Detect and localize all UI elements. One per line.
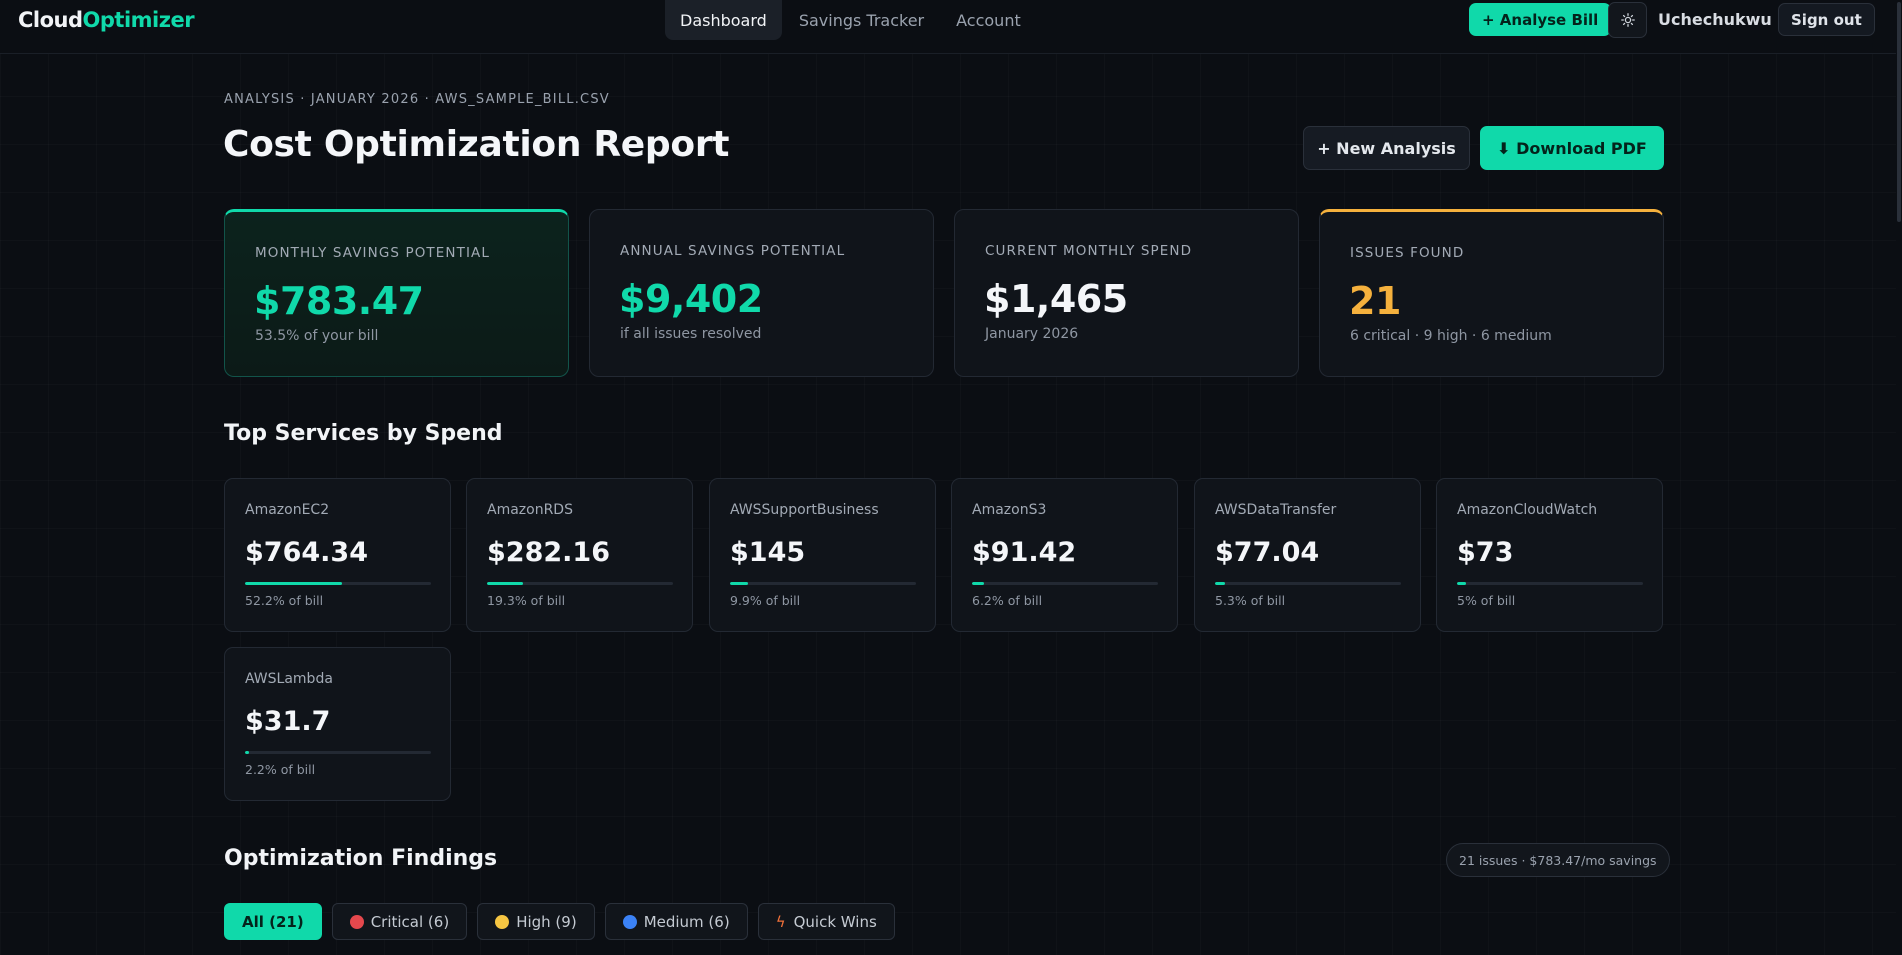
service-percent: 5% of bill bbox=[1457, 593, 1516, 608]
findings-summary-pill: 21 issues · $783.47/mo savings bbox=[1446, 843, 1670, 877]
kpi-label: CURRENT MONTHLY SPEND bbox=[985, 243, 1193, 259]
service-percent: 19.3% of bill bbox=[487, 593, 566, 608]
nav-tab-savings-tracker[interactable]: Savings Tracker bbox=[784, 0, 939, 40]
service-share-fill bbox=[1457, 582, 1467, 585]
service-name: AmazonS3 bbox=[972, 502, 1047, 518]
nav-tabs: Dashboard Savings Tracker Account bbox=[665, 0, 1038, 40]
service-amount: $282.16 bbox=[487, 537, 610, 568]
service-card-rds[interactable]: AmazonRDS $282.16 19.3% of bill bbox=[466, 478, 693, 632]
service-share-bar bbox=[245, 751, 431, 754]
filter-label: All (21) bbox=[242, 912, 304, 931]
kpi-value: $9,402 bbox=[619, 277, 763, 321]
service-name: AmazonRDS bbox=[487, 502, 573, 518]
page-scrollbar-thumb[interactable] bbox=[1897, 2, 1901, 222]
critical-dot-icon bbox=[349, 914, 364, 929]
findings-section-title: Optimization Findings bbox=[224, 846, 498, 871]
download-pdf-button[interactable]: ⬇ Download PDF bbox=[1480, 126, 1664, 170]
service-name: AmazonEC2 bbox=[245, 502, 330, 518]
service-card-cloudwatch[interactable]: AmazonCloudWatch $73 5% of bill bbox=[1436, 478, 1663, 632]
service-share-fill bbox=[730, 582, 749, 585]
kpi-sub: if all issues resolved bbox=[620, 326, 762, 342]
filter-label: Medium (6) bbox=[643, 912, 730, 931]
service-share-bar bbox=[730, 582, 916, 585]
kpi-value: $783.47 bbox=[254, 279, 424, 323]
service-share-bar bbox=[487, 582, 673, 585]
service-percent: 5.3% of bill bbox=[1215, 593, 1286, 608]
service-percent: 6.2% of bill bbox=[972, 593, 1043, 608]
kpi-annual-savings: ANNUAL SAVINGS POTENTIAL $9,402 if all i… bbox=[589, 209, 934, 377]
kpi-current-spend: CURRENT MONTHLY SPEND $1,465 January 202… bbox=[954, 209, 1299, 377]
service-percent: 52.2% of bill bbox=[245, 593, 324, 608]
service-share-bar bbox=[1215, 582, 1401, 585]
kpi-monthly-savings: MONTHLY SAVINGS POTENTIAL $783.47 53.5% … bbox=[224, 209, 569, 377]
service-name: AmazonCloudWatch bbox=[1457, 502, 1598, 518]
service-amount: $31.7 bbox=[245, 706, 331, 737]
nav-tab-account[interactable]: Account bbox=[941, 0, 1036, 40]
kpi-sub: January 2026 bbox=[985, 326, 1079, 342]
kpi-value: $1,465 bbox=[984, 277, 1128, 321]
service-share-bar bbox=[245, 582, 431, 585]
medium-dot-icon bbox=[622, 914, 637, 929]
service-card-data-transfer[interactable]: AWSDataTransfer $77.04 5.3% of bill bbox=[1194, 478, 1421, 632]
filter-all[interactable]: All (21) bbox=[224, 903, 322, 940]
service-share-fill bbox=[487, 582, 523, 585]
service-share-fill bbox=[972, 582, 984, 585]
service-card-support[interactable]: AWSSupportBusiness $145 9.9% of bill bbox=[709, 478, 936, 632]
breadcrumb: ANALYSIS · JANUARY 2026 · AWS_SAMPLE_BIL… bbox=[224, 92, 610, 107]
user-name: Uchechukwu bbox=[1658, 10, 1772, 29]
service-name: AWSSupportBusiness bbox=[730, 502, 879, 518]
new-analysis-button[interactable]: + New Analysis bbox=[1303, 126, 1470, 170]
sign-out-button[interactable]: Sign out bbox=[1778, 3, 1875, 36]
findings-filter-bar: All (21) Critical (6) High (9) Medium (6… bbox=[224, 903, 905, 940]
filter-high[interactable]: High (9) bbox=[477, 903, 595, 940]
app-logo[interactable]: CloudOptimizer bbox=[18, 8, 195, 32]
high-dot-icon bbox=[495, 914, 510, 929]
service-share-bar bbox=[972, 582, 1158, 585]
filter-label: Critical (6) bbox=[370, 912, 450, 931]
filter-label: Quick Wins bbox=[793, 912, 877, 931]
nav-tab-dashboard[interactable]: Dashboard bbox=[665, 0, 782, 40]
service-name: AWSLambda bbox=[245, 671, 333, 687]
kpi-issues-found: ISSUES FOUND 21 6 critical · 9 high · 6 … bbox=[1319, 209, 1664, 377]
analyse-bill-button[interactable]: + Analyse Bill bbox=[1469, 3, 1612, 36]
filter-critical[interactable]: Critical (6) bbox=[331, 903, 468, 940]
service-share-fill bbox=[1215, 582, 1225, 585]
service-percent: 2.2% of bill bbox=[245, 762, 316, 777]
filter-medium[interactable]: Medium (6) bbox=[604, 903, 748, 940]
kpi-sub: 6 critical · 9 high · 6 medium bbox=[1350, 328, 1552, 344]
service-amount: $73 bbox=[1457, 537, 1514, 568]
kpi-label: ANNUAL SAVINGS POTENTIAL bbox=[620, 243, 846, 259]
service-amount: $91.42 bbox=[972, 537, 1077, 568]
service-name: AWSDataTransfer bbox=[1215, 502, 1337, 518]
filter-label: High (9) bbox=[516, 912, 577, 931]
sun-icon bbox=[1620, 13, 1635, 27]
kpi-value: 21 bbox=[1349, 279, 1401, 323]
services-section-title: Top Services by Spend bbox=[224, 421, 503, 446]
service-share-bar bbox=[1457, 582, 1643, 585]
service-card-s3[interactable]: AmazonS3 $91.42 6.2% of bill bbox=[951, 478, 1178, 632]
service-card-ec2[interactable]: AmazonEC2 $764.34 52.2% of bill bbox=[224, 478, 451, 632]
kpi-sub: 53.5% of your bill bbox=[255, 328, 379, 344]
service-share-fill bbox=[245, 751, 250, 754]
top-navbar: CloudOptimizer Dashboard Savings Tracker… bbox=[0, 0, 1902, 54]
service-amount: $145 bbox=[730, 537, 806, 568]
service-amount: $77.04 bbox=[1215, 537, 1320, 568]
lightning-icon: ϟ bbox=[775, 912, 786, 931]
filter-quick-wins[interactable]: ϟ Quick Wins bbox=[757, 903, 895, 940]
theme-toggle-button[interactable] bbox=[1608, 2, 1647, 38]
service-amount: $764.34 bbox=[245, 537, 368, 568]
service-percent: 9.9% of bill bbox=[730, 593, 801, 608]
service-share-fill bbox=[245, 582, 343, 585]
kpi-label: ISSUES FOUND bbox=[1350, 245, 1465, 261]
service-card-lambda[interactable]: AWSLambda $31.7 2.2% of bill bbox=[224, 647, 451, 801]
kpi-label: MONTHLY SAVINGS POTENTIAL bbox=[255, 245, 490, 261]
page-title: Cost Optimization Report bbox=[223, 124, 730, 165]
